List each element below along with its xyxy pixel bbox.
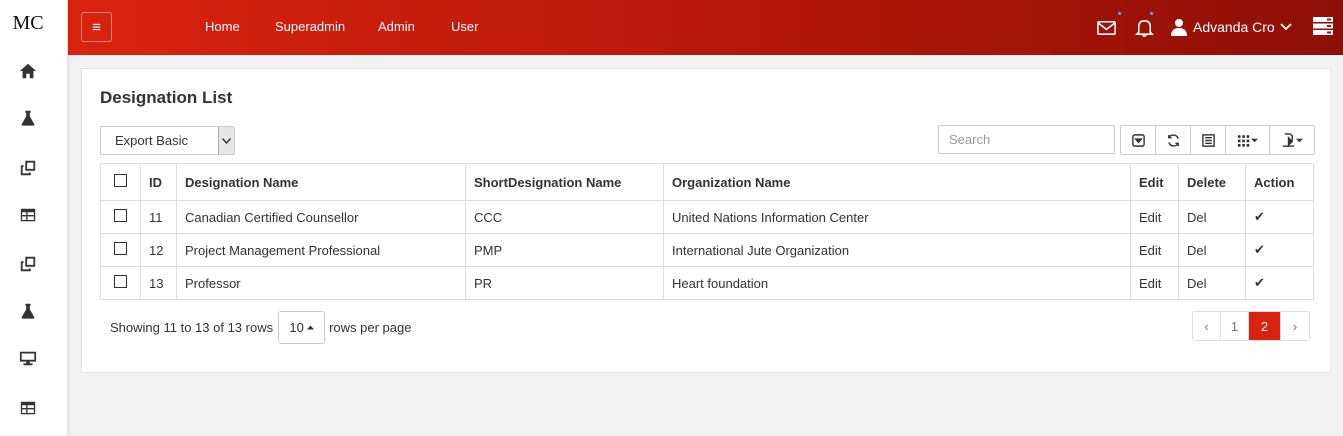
pagination-info: Showing 11 to 13 of 13 rows 10 rows per …: [110, 311, 411, 344]
columns-button[interactable]: [1226, 126, 1270, 154]
row-checkbox[interactable]: [114, 242, 127, 255]
clone-icon[interactable]: [17, 253, 39, 275]
grid-icon: [1237, 134, 1250, 147]
nav-user[interactable]: User: [451, 19, 478, 34]
cell-id: 12: [140, 233, 177, 267]
delete-link[interactable]: Del: [1178, 200, 1246, 234]
table-row: 13 Professor PR Heart foundation Edit De…: [100, 266, 1314, 300]
flask-icon[interactable]: [17, 107, 39, 129]
user-name: Advanda Cro: [1193, 19, 1275, 35]
col-edit: Edit: [1130, 163, 1179, 201]
check-icon[interactable]: ✔: [1245, 233, 1314, 267]
designation-card: Designation List Export Basic Search ID …: [81, 68, 1331, 373]
edit-link[interactable]: Edit: [1130, 200, 1179, 234]
table-row: 11 Canadian Certified Counsellor CCC Uni…: [100, 200, 1314, 234]
table-row: 12 Project Management Professional PMP I…: [100, 233, 1314, 267]
refresh-button[interactable]: [1156, 126, 1191, 154]
caret-square-down-icon: [1131, 133, 1145, 147]
download-icon: [1282, 132, 1295, 147]
col-short-designation[interactable]: ShortDesignation Name: [465, 163, 664, 201]
edit-link[interactable]: Edit: [1130, 233, 1179, 267]
col-delete: Delete: [1178, 163, 1246, 201]
table-header-row: ID Designation Name ShortDesignation Nam…: [100, 163, 1314, 201]
row-select-cell: [100, 200, 141, 234]
table-icon[interactable]: [17, 204, 39, 226]
nav-admin[interactable]: Admin: [378, 19, 415, 34]
cell-organization: United Nations Information Center: [663, 200, 1131, 234]
col-action: Action: [1245, 163, 1314, 201]
cell-short-name: PR: [465, 266, 664, 300]
user-icon: [1171, 19, 1187, 36]
select-all-checkbox[interactable]: [114, 174, 127, 187]
row-checkbox[interactable]: [114, 275, 127, 288]
hamburger-icon: ≡: [92, 18, 101, 36]
mail-icon[interactable]: [1094, 15, 1118, 39]
cell-short-name: CCC: [465, 200, 664, 234]
nav-superadmin[interactable]: Superadmin: [275, 19, 345, 34]
row-select-cell: [100, 233, 141, 267]
bell-icon[interactable]: [1132, 15, 1156, 39]
col-organization[interactable]: Organization Name: [663, 163, 1131, 201]
chevron-down-icon: [218, 127, 234, 154]
page-size-dropdown[interactable]: 10: [278, 311, 326, 344]
delete-link[interactable]: Del: [1178, 266, 1246, 300]
table-icon[interactable]: [17, 397, 39, 419]
table-toolbar: [1120, 125, 1315, 155]
cell-id: 13: [140, 266, 177, 300]
delete-link[interactable]: Del: [1178, 233, 1246, 267]
top-navbar: ≡ Home Superadmin Admin User Advanda Cro: [68, 0, 1343, 55]
refresh-icon: [1167, 133, 1179, 147]
col-id[interactable]: ID: [140, 163, 177, 201]
pagination-page-2[interactable]: 2: [1249, 312, 1281, 340]
page-title: Designation List: [100, 88, 233, 107]
caret-up-icon: [306, 325, 314, 330]
cell-designation-name: Project Management Professional: [176, 233, 466, 267]
pagination: ‹ 1 2 ›: [1192, 311, 1310, 341]
export-button[interactable]: [1270, 126, 1314, 154]
cell-organization: International Jute Organization: [663, 233, 1131, 267]
select-all-cell: [100, 163, 141, 201]
caret-down-icon: [1251, 138, 1258, 142]
pagination-page-1[interactable]: 1: [1221, 312, 1249, 340]
export-type-select[interactable]: Export Basic: [100, 126, 235, 155]
check-icon[interactable]: ✔: [1245, 200, 1314, 234]
cell-short-name: PMP: [465, 233, 664, 267]
cell-organization: Heart foundation: [663, 266, 1131, 300]
row-select-cell: [100, 266, 141, 300]
bell-notification-dot: [1150, 12, 1153, 15]
toggle-view-button[interactable]: [1191, 126, 1226, 154]
desktop-icon[interactable]: [17, 347, 39, 369]
cell-designation-name: Professor: [176, 266, 466, 300]
col-designation-name[interactable]: Designation Name: [176, 163, 466, 201]
edit-link[interactable]: Edit: [1130, 266, 1179, 300]
caret-down-icon: [1296, 138, 1303, 142]
flask-icon[interactable]: [17, 300, 39, 322]
row-checkbox[interactable]: [114, 209, 127, 222]
showing-rows-text: Showing 11 to 13 of 13 rows: [110, 320, 274, 335]
pagination-next[interactable]: ›: [1281, 312, 1309, 340]
app-logo: MC: [12, 12, 44, 34]
menu-toggle-button[interactable]: ≡: [81, 12, 112, 42]
toggle-pagination-button[interactable]: [1121, 126, 1156, 154]
rows-per-page-label: rows per page: [329, 320, 412, 335]
pagination-prev[interactable]: ‹: [1193, 312, 1221, 340]
cell-id: 11: [140, 200, 177, 234]
cell-designation-name: Canadian Certified Counsellor: [176, 200, 466, 234]
search-input[interactable]: [938, 125, 1115, 154]
check-icon[interactable]: ✔: [1245, 266, 1314, 300]
list-alt-icon: [1201, 133, 1215, 147]
server-stack-icon[interactable]: [1312, 16, 1334, 36]
sidebar: MC: [0, 0, 68, 436]
chevron-down-icon: [1280, 23, 1292, 31]
clone-icon[interactable]: [17, 157, 39, 179]
nav-home[interactable]: Home: [205, 19, 240, 34]
mail-notification-dot: [1118, 12, 1121, 15]
home-icon[interactable]: [17, 60, 39, 82]
export-select-value: Export Basic: [115, 133, 188, 148]
designation-table: ID Designation Name ShortDesignation Nam…: [100, 163, 1314, 300]
user-menu[interactable]: Advanda Cro: [1171, 15, 1292, 39]
page-size-value: 10: [289, 320, 304, 335]
